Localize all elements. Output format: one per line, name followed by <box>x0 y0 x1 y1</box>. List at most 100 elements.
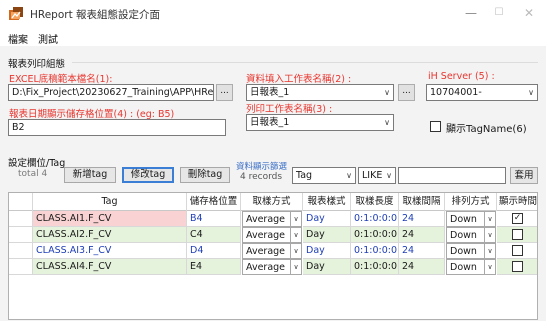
show-time-cell: ✓ <box>497 211 537 227</box>
delete-tag-button[interactable]: 刪除tag <box>180 167 230 183</box>
cell-interval[interactable]: 24 <box>399 259 445 275</box>
menu-file[interactable]: 檔案 <box>8 31 28 46</box>
col-sort-order[interactable]: 排列方式 <box>445 193 497 211</box>
sheet-fill-label: 資料填入工作表名稱(2) : <box>246 74 352 85</box>
chevron-down-icon: ∨ <box>484 244 495 258</box>
minimize-button[interactable]: — <box>458 4 484 22</box>
tag-section-legend: 設定欄位/Tag <box>8 158 66 169</box>
order-value: Down <box>450 246 477 257</box>
show-time-checkbox[interactable] <box>512 245 523 256</box>
col-sampling-method[interactable]: 取樣方式 <box>241 193 303 211</box>
chevron-down-icon: ∨ <box>290 228 301 242</box>
cell-length[interactable]: 0:1:0:0:0 <box>351 227 399 243</box>
title-bar: HReport 報表組態設定介面 — ☐ ✕ <box>0 0 546 28</box>
cell-interval[interactable]: 24 <box>399 211 445 227</box>
table-row[interactable]: CLASS.AI3.F_CV D4 Average ∨ Day 0:1:0:0:0… <box>9 243 537 259</box>
add-tag-button[interactable]: 新增tag <box>64 167 116 183</box>
window-title: HReport 報表組態設定介面 <box>30 9 161 21</box>
cell-interval[interactable]: 24 <box>399 227 445 243</box>
cell-position[interactable]: B4 <box>187 211 241 227</box>
sampling-select[interactable]: Average ∨ <box>242 227 302 243</box>
cell-style[interactable]: Day <box>303 243 351 259</box>
cell-style[interactable]: Day <box>303 259 351 275</box>
cell-style[interactable]: Day <box>303 211 351 227</box>
sheet-fill-value: 日報表_1 <box>250 87 290 98</box>
chevron-down-icon: ∨ <box>528 88 534 97</box>
cell-length[interactable]: 0:1:0:0:0 <box>351 243 399 259</box>
excel-browse-button[interactable]: ... <box>216 84 233 101</box>
show-time-cell <box>497 243 537 259</box>
app-window: HReport 報表組態設定介面 — ☐ ✕ 檔案 測試 報表列印組態 EXCE… <box>0 0 546 321</box>
col-sampling-interval[interactable]: 取樣間隔 <box>399 193 445 211</box>
order-select[interactable]: Down ∨ <box>446 243 496 259</box>
sheet-print-select[interactable]: 日報表_1 ∨ <box>246 114 394 131</box>
ih-server-select[interactable]: 10704001- ∨ <box>426 84 538 101</box>
col-cell-position[interactable]: 儲存格位置 <box>187 193 241 211</box>
report-group-legend: 報表列印組態 <box>8 59 66 70</box>
close-button[interactable]: ✕ <box>516 4 542 22</box>
chevron-down-icon: ∨ <box>290 244 301 258</box>
col-sampling-length[interactable]: 取樣長度 <box>351 193 399 211</box>
sampling-select[interactable]: Average ∨ <box>242 259 302 275</box>
filter-op-select[interactable]: LIKE ∨ <box>358 167 396 184</box>
show-time-cell <box>497 259 537 275</box>
sampling-select[interactable]: Average ∨ <box>242 243 302 259</box>
show-tagname-checkbox[interactable] <box>430 121 441 132</box>
sampling-select[interactable]: Average ∨ <box>242 211 302 227</box>
sampling-value: Average <box>246 246 286 257</box>
sampling-value: Average <box>246 230 286 241</box>
edit-tag-button[interactable]: 修改tag <box>122 167 174 183</box>
chevron-down-icon: ∨ <box>346 171 352 180</box>
chevron-down-icon: ∨ <box>290 212 301 226</box>
filter-field-select[interactable]: Tag ∨ <box>292 167 356 184</box>
maximize-button[interactable]: ☐ <box>486 4 512 22</box>
show-time-cell <box>497 227 537 243</box>
show-time-checkbox[interactable] <box>512 229 523 240</box>
order-select[interactable]: Down ∨ <box>446 227 496 243</box>
col-report-style[interactable]: 報表樣式 <box>303 193 351 211</box>
filter-op-value: LIKE <box>362 170 383 181</box>
cell-tag[interactable]: CLASS.AI4.F_CV <box>33 259 187 275</box>
sheet-browse-button[interactable]: ... <box>398 84 415 101</box>
date-cell-label: 報表日期顯示儲存格位置(4) : (eg: B5) <box>9 109 175 120</box>
row-selector[interactable] <box>9 259 33 275</box>
show-time-checkbox[interactable] <box>512 261 523 272</box>
menu-test[interactable]: 測試 <box>38 31 58 46</box>
table-row[interactable]: CLASS.AI1.F_CV B4 Average ∨ Day 0:1:0:0:0… <box>9 211 537 227</box>
order-select[interactable]: Down ∨ <box>446 259 496 275</box>
sheet-print-value: 日報表_1 <box>250 117 290 128</box>
cell-tag[interactable]: CLASS.AI3.F_CV <box>33 243 187 259</box>
show-time-checkbox[interactable]: ✓ <box>512 213 523 224</box>
cell-tag[interactable]: CLASS.AI2.F_CV <box>33 227 187 243</box>
cell-interval[interactable]: 24 <box>399 243 445 259</box>
filter-field-value: Tag <box>296 170 313 181</box>
app-logo-icon <box>9 7 23 20</box>
table-row[interactable]: CLASS.AI4.F_CV E4 Average ∨ Day 0:1:0:0:0… <box>9 259 537 275</box>
excel-template-input[interactable]: D:\Fix_Project\20230627_Training\APP\HRe… <box>8 84 214 101</box>
row-selector[interactable] <box>9 243 33 259</box>
table-row[interactable]: CLASS.AI2.F_CV C4 Average ∨ Day 0:1:0:0:0… <box>9 227 537 243</box>
cell-length[interactable]: 0:1:0:0:0 <box>351 259 399 275</box>
row-selector[interactable] <box>9 211 33 227</box>
menu-bar: 檔案 測試 <box>0 28 546 46</box>
sheet-fill-select[interactable]: 日報表_1 ∨ <box>246 84 394 101</box>
cell-position[interactable]: D4 <box>187 243 241 259</box>
col-tag[interactable]: Tag <box>33 193 187 211</box>
filter-text-input[interactable] <box>398 167 506 184</box>
cell-position[interactable]: C4 <box>187 227 241 243</box>
tag-grid[interactable]: Tag 儲存格位置 取樣方式 報表樣式 取樣長度 取樣間隔 排列方式 顯示時間 … <box>8 192 538 320</box>
grid-header: Tag 儲存格位置 取樣方式 報表樣式 取樣長度 取樣間隔 排列方式 顯示時間 <box>9 193 537 211</box>
date-cell-input[interactable]: B2 <box>8 119 226 136</box>
filter-title: 資料顯示篩選 <box>236 162 288 172</box>
cell-length[interactable]: 0:1:0:0:0 <box>351 211 399 227</box>
chevron-down-icon: ∨ <box>290 260 301 274</box>
order-select[interactable]: Down ∨ <box>446 211 496 227</box>
ih-server-label: iH Server (5) : <box>428 71 495 82</box>
row-selector[interactable] <box>9 227 33 243</box>
cell-tag[interactable]: CLASS.AI1.F_CV <box>33 211 187 227</box>
cell-style[interactable]: Day <box>303 227 351 243</box>
apply-filter-button[interactable]: 套用 <box>510 167 538 184</box>
chevron-down-icon: ∨ <box>386 171 392 180</box>
cell-position[interactable]: E4 <box>187 259 241 275</box>
col-show-time[interactable]: 顯示時間 <box>497 193 537 211</box>
